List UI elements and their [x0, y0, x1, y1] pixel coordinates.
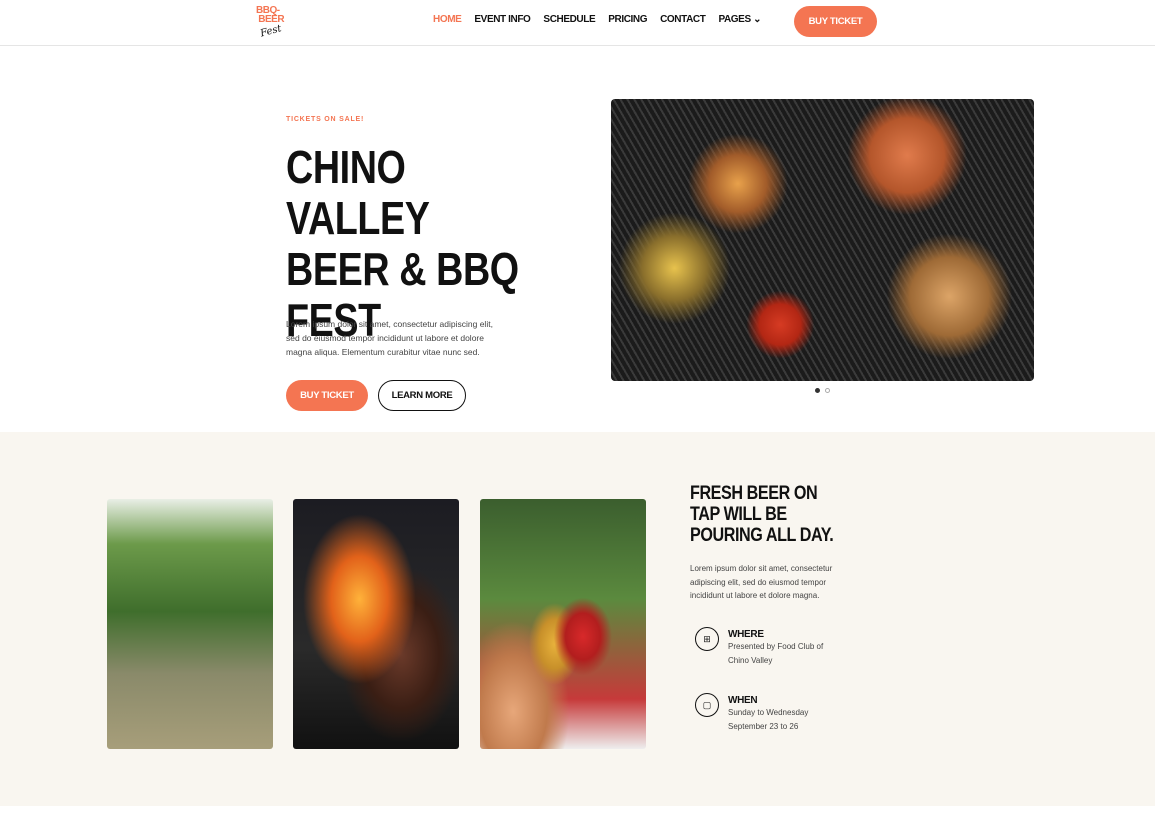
feature-text: Lorem ipsum dolor sit amet, consectetur … — [690, 564, 833, 600]
nav-event-info[interactable]: EVENT INFO — [474, 14, 530, 25]
hero-eyebrow: TICKETS ON SALE! — [286, 116, 365, 123]
nav-home[interactable]: HOME — [433, 14, 462, 25]
slide-dot-1[interactable] — [815, 388, 820, 393]
header-buy-ticket-button[interactable]: BUY TICKET — [794, 6, 877, 37]
when-label: WHEN — [728, 695, 758, 706]
feature-title: FRESH BEER ON TAP WILL BE POURING ALL DA… — [690, 483, 834, 546]
logo[interactable]: BBQ- BEER Fest — [256, 6, 296, 40]
main-nav: HOME EVENT INFO SCHEDULE PRICING CONTACT… — [433, 14, 762, 25]
when-text: Sunday to Wednesday September 23 to 26 — [728, 708, 809, 731]
where-label: WHERE — [728, 629, 764, 640]
calendar-icon: ▢ — [695, 693, 719, 717]
hero-grill-image — [611, 99, 1034, 381]
photo-flame-grill — [293, 499, 459, 749]
slide-dot-2[interactable] — [825, 388, 830, 393]
hero-text: Lorem ipsum dolor sit amet, consectetur … — [286, 319, 493, 357]
photo-kids-garden — [107, 499, 273, 749]
site-header: BBQ- BEER Fest HOME EVENT INFO SCHEDULE P… — [0, 0, 1155, 46]
nav-pages-label: PAGES — [718, 14, 751, 25]
where-text: Presented by Food Club of Chino Valley — [728, 642, 824, 665]
hero-title: CHINO VALLEY BEER & BBQ FEST — [286, 141, 519, 346]
learn-more-button[interactable]: LEARN MORE — [378, 380, 466, 411]
chevron-down-icon: ⌄ — [753, 14, 762, 25]
hero-buy-ticket-button[interactable]: BUY TICKET — [286, 380, 368, 411]
nav-pages[interactable]: PAGES ⌄ — [718, 14, 761, 25]
nav-schedule[interactable]: SCHEDULE — [543, 14, 595, 25]
nav-pricing[interactable]: PRICING — [608, 14, 647, 25]
map-icon: ⊞ — [695, 627, 719, 651]
when-info: ▢ WHEN Sunday to Wednesday September 23 t… — [695, 693, 828, 734]
slider-dots — [815, 388, 830, 393]
photo-condiments-hotdogs — [480, 499, 646, 749]
nav-contact[interactable]: CONTACT — [660, 14, 706, 25]
where-info: ⊞ WHERE Presented by Food Club of Chino V… — [695, 627, 828, 668]
